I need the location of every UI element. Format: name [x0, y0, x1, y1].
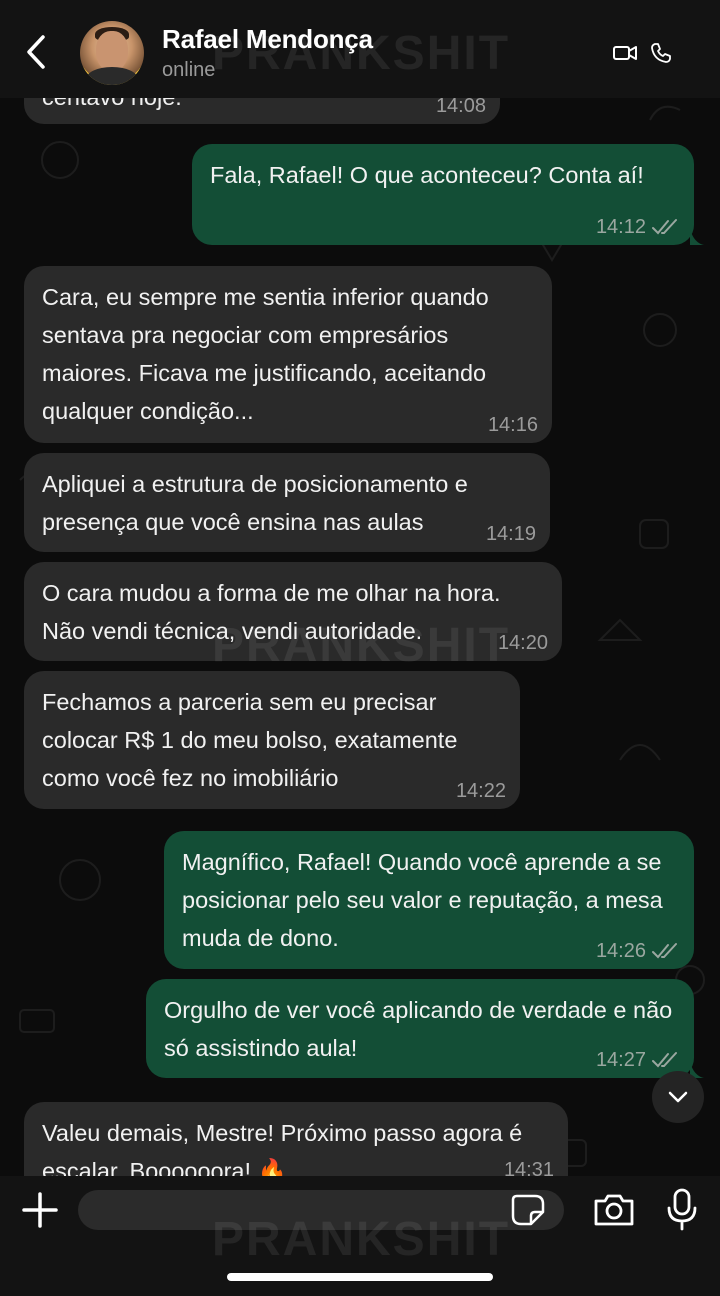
phone-icon[interactable] [650, 42, 672, 64]
back-arrow-icon [27, 35, 45, 69]
contact-status: online [162, 59, 216, 81]
message-time: 14:22 [455, 780, 506, 802]
contact-name[interactable]: Rafael Mendonça [162, 24, 373, 55]
bubble-tail [690, 229, 704, 245]
message-text: Apliquei a estrutura de posicionamento e… [42, 471, 468, 535]
message-meta: 14:27 [596, 1048, 680, 1072]
message-incoming[interactable]: Fechamos a parceria sem eu precisar colo… [24, 671, 520, 809]
read-receipt-icon [652, 943, 677, 959]
message-time: 14:20 [497, 632, 548, 654]
message-text: O cara mudou a forma de me olhar na hora… [42, 580, 501, 644]
message-time: 14:19 [485, 523, 536, 545]
message-time: 14:12 [595, 216, 646, 238]
plus-icon[interactable] [20, 1190, 60, 1230]
message-input[interactable] [78, 1190, 564, 1230]
scroll-to-bottom-button[interactable] [652, 1071, 704, 1123]
message-time: 14:27 [595, 1049, 646, 1071]
message-time: 14:26 [595, 940, 646, 962]
message-meta: 14:20 [498, 631, 548, 655]
chevron-down-icon [668, 1091, 688, 1103]
back-button[interactable] [14, 30, 58, 74]
message-time: 14:16 [487, 414, 538, 436]
message-outgoing[interactable]: Magnífico, Rafael! Quando você aprende a… [164, 831, 694, 969]
message-meta: 14:12 [596, 215, 680, 239]
read-receipt-icon [652, 1052, 677, 1068]
read-receipt-icon [652, 219, 677, 235]
avatar[interactable] [80, 21, 144, 85]
chat-header: Rafael Mendonça online [0, 0, 720, 98]
sticker-icon[interactable] [511, 1194, 545, 1226]
message-text: Fala, Rafael! O que aconteceu? Conta aí! [210, 162, 644, 188]
message-incoming[interactable]: Cara, eu sempre me sentia inferior quand… [24, 266, 552, 443]
message-incoming[interactable]: O cara mudou a forma de me olhar na hora… [24, 562, 562, 661]
composer-bar [0, 1176, 720, 1296]
message-meta: 14:19 [486, 522, 536, 546]
home-indicator[interactable] [227, 1273, 493, 1281]
message-incoming[interactable]: Apliquei a estrutura de posicionamento e… [24, 453, 550, 552]
message-outgoing[interactable]: Orgulho de ver você aplicando de verdade… [146, 979, 694, 1078]
video-call-icon[interactable] [612, 42, 638, 64]
camera-icon[interactable] [592, 1192, 636, 1228]
message-meta: 14:22 [456, 779, 506, 803]
message-outgoing[interactable]: Fala, Rafael! O que aconteceu? Conta aí!… [192, 144, 694, 245]
message-text: Fechamos a parceria sem eu precisar colo… [42, 689, 458, 791]
message-meta: 14:26 [596, 939, 680, 963]
message-text: Cara, eu sempre me sentia inferior quand… [42, 284, 489, 424]
message-meta: 14:16 [488, 413, 538, 437]
chat-screen: Rafael Mendonça online centavo hoje. 14:… [0, 0, 720, 1296]
microphone-icon[interactable] [666, 1188, 698, 1232]
